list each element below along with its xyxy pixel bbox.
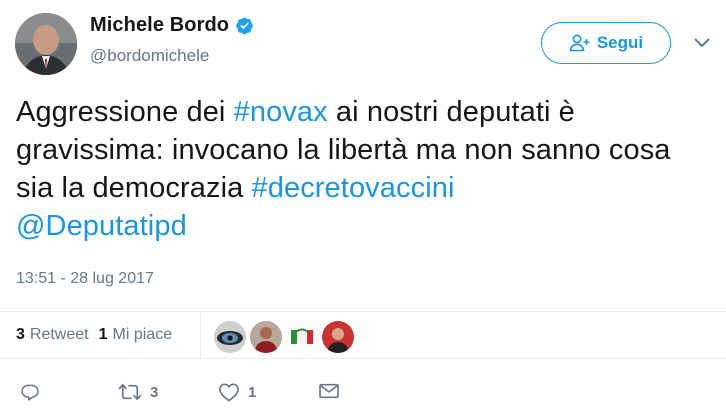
author-handle[interactable]: @bordomichele: [90, 46, 209, 66]
tweet-actions: 3 1: [0, 382, 726, 410]
liker-avatar[interactable]: [214, 321, 246, 353]
liker-avatars: [214, 321, 358, 353]
like-count: 1: [248, 383, 257, 401]
tweet-stats: 3 Retweet 1 Mi piace: [16, 326, 182, 344]
tweet-text: Aggressione dei #novax ai nostri deputat…: [16, 93, 716, 245]
envelope-icon: [319, 383, 339, 399]
chevron-down-icon[interactable]: [693, 36, 711, 50]
tweet-card: Michele Bordo @bordomichele Segui Aggres…: [0, 0, 726, 419]
liker-avatar[interactable]: [250, 321, 282, 353]
retweets-count: 3: [16, 326, 25, 343]
hashtag-link[interactable]: #decretovaccini: [252, 172, 455, 204]
reply-button[interactable]: [20, 382, 40, 402]
divider: [0, 311, 726, 312]
retweets-stat[interactable]: 3 Retweet: [16, 326, 89, 344]
mention-link[interactable]: @Deputatipd: [16, 210, 187, 242]
verified-badge-icon: [236, 17, 253, 35]
retweet-button[interactable]: 3: [118, 382, 158, 402]
likes-count: 1: [98, 326, 108, 343]
like-button[interactable]: 1: [218, 382, 256, 402]
liker-avatar[interactable]: [322, 321, 354, 353]
retweets-label: Retweet: [29, 326, 89, 343]
follow-button[interactable]: Segui: [541, 22, 671, 64]
direct-message-button[interactable]: [318, 382, 340, 400]
avatar[interactable]: [15, 13, 77, 75]
heart-icon: [219, 383, 239, 402]
tweet-text-part: Aggressione dei: [16, 96, 234, 128]
liker-avatar[interactable]: [286, 321, 318, 353]
add-user-icon: [569, 34, 590, 52]
reply-icon: [21, 384, 39, 401]
retweet-count: 3: [150, 383, 159, 401]
hashtag-link[interactable]: #novax: [234, 96, 328, 128]
retweet-icon: [118, 383, 142, 401]
tweet-timestamp[interactable]: 13:51 - 28 lug 2017: [16, 270, 154, 288]
follow-button-label: Segui: [596, 33, 644, 52]
likes-stat[interactable]: 1 Mi piace: [99, 326, 172, 344]
likes-label: Mi piace: [112, 326, 173, 343]
divider: [0, 358, 726, 359]
author-name[interactable]: Michele Bordo: [90, 14, 229, 37]
stats-separator: [200, 312, 201, 358]
